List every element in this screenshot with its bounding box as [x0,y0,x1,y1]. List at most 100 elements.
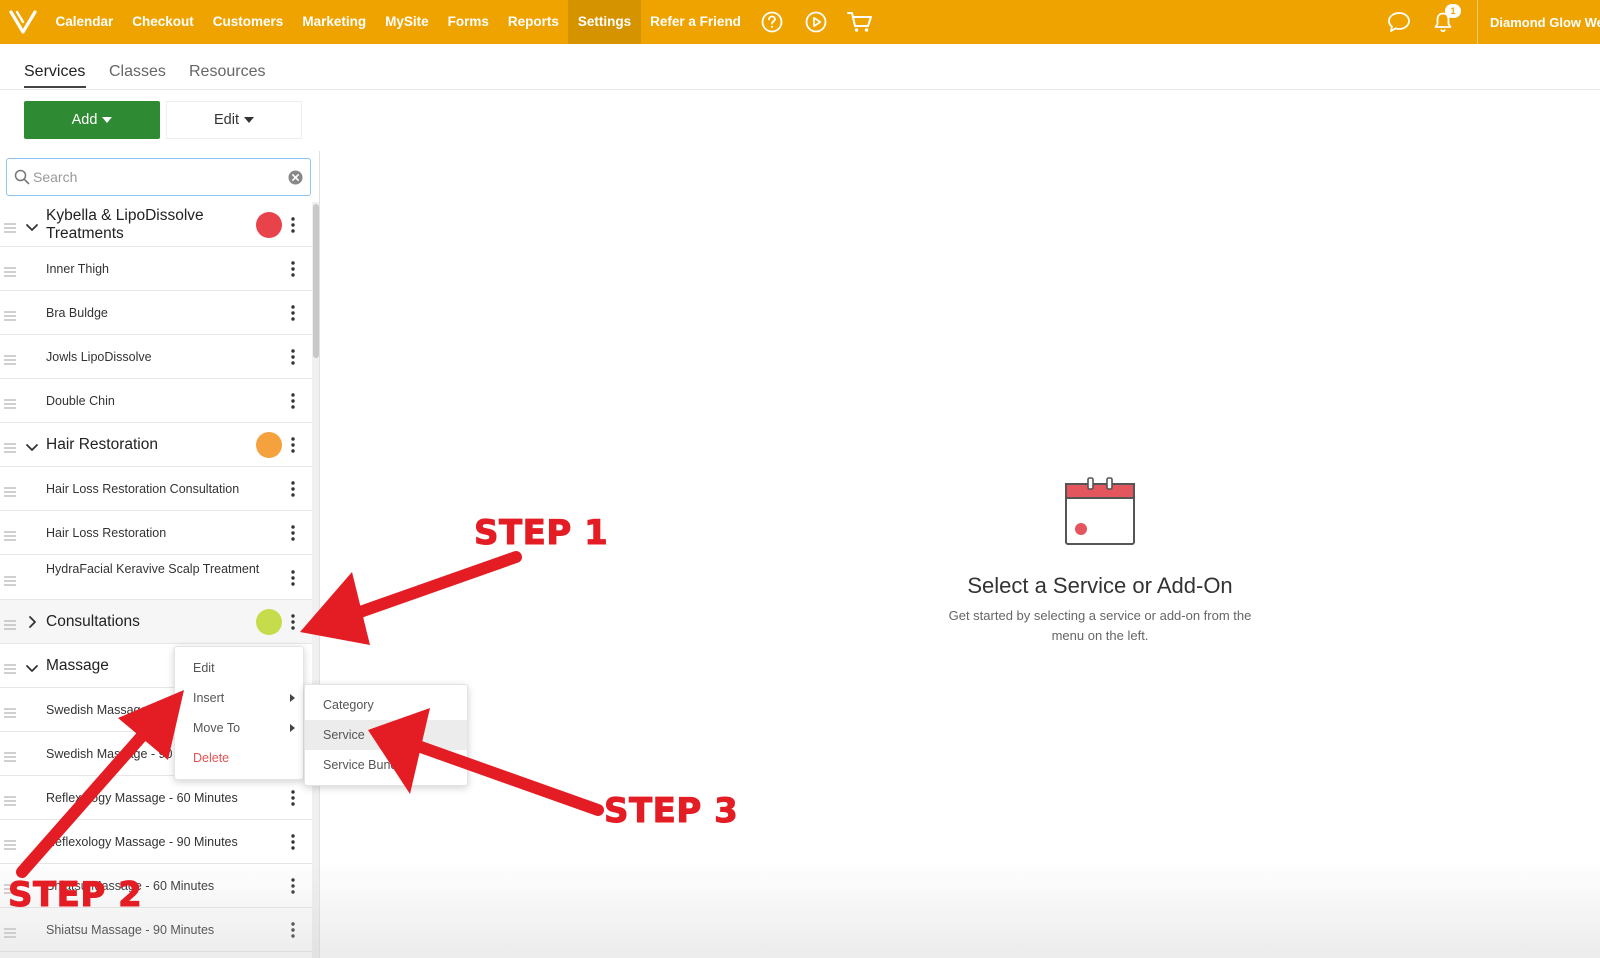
step2-label: STEP 2 [7,875,143,916]
notification-badge: 1 [1445,4,1461,18]
drag-handle-icon[interactable] [4,484,16,502]
chevron-down-icon[interactable] [25,661,39,679]
submenu-item-service[interactable]: Service [305,720,467,750]
service-label: Reflexology Massage - 60 Minutes [46,791,238,805]
more-options-icon[interactable] [290,393,296,414]
cart-icon[interactable] [838,0,882,44]
more-options-icon[interactable] [290,481,296,502]
business-name-menu[interactable]: Diamond Glow We [1490,15,1600,30]
step1-arrow [300,551,522,645]
drag-handle-icon[interactable] [4,749,16,767]
step1-label: STEP 1 [473,513,609,554]
clear-search-icon[interactable] [288,170,303,185]
more-options-icon[interactable] [290,614,296,635]
submenu-arrow-icon [290,694,295,702]
nav-calendar[interactable]: Calendar [46,0,123,44]
top-right-area: 1 Diamond Glow We [1377,0,1600,44]
category-context-menu: Edit Insert Move To Delete [174,646,304,780]
play-video-icon[interactable] [794,0,838,44]
service-row[interactable]: HydraFacial Keravive Scalp Treatment [0,555,312,600]
menu-item-edit[interactable]: Edit [175,653,303,683]
chevron-down-icon[interactable] [25,220,39,238]
more-options-icon[interactable] [290,922,296,943]
service-row[interactable]: Hair Loss Restoration Consultation [0,467,312,511]
category-color-dot [256,609,282,635]
category-label: Hair Restoration [46,436,158,453]
service-label: Jowls LipoDissolve [46,350,152,364]
service-row[interactable]: Bra Buldge [0,291,312,335]
nav-forms[interactable]: Forms [438,0,498,44]
top-nav-bar: Calendar Checkout Customers Marketing My… [0,0,1600,44]
drag-handle-icon[interactable] [4,573,16,591]
drag-handle-icon[interactable] [4,705,16,723]
nav-customers[interactable]: Customers [203,0,293,44]
category-row[interactable]: Hair Restoration [0,423,312,467]
more-options-icon[interactable] [290,790,296,811]
nav-checkout[interactable]: Checkout [123,0,204,44]
menu-item-insert[interactable]: Insert [175,683,303,713]
nav-reports[interactable]: Reports [498,0,568,44]
drag-handle-icon[interactable] [4,528,16,546]
drag-handle-icon[interactable] [4,793,16,811]
tab-services[interactable]: Services [24,63,85,81]
nav-settings[interactable]: Settings [568,0,641,44]
more-options-icon[interactable] [290,349,296,370]
vagaro-logo-icon[interactable] [0,0,46,44]
more-options-icon[interactable] [290,878,296,899]
search-input[interactable] [33,167,273,187]
drag-handle-icon[interactable] [4,440,16,458]
more-options-icon[interactable] [290,569,296,591]
nav-mysite[interactable]: MySite [376,0,439,44]
settings-subtabs: Services Classes Resources [0,44,1600,90]
more-options-icon[interactable] [290,525,296,546]
chevron-right-icon[interactable] [25,615,39,634]
category-row[interactable]: Kybella & LipoDissolve Treatments [0,202,312,247]
drag-handle-icon[interactable] [4,617,16,635]
notifications-button[interactable]: 1 [1421,0,1465,44]
service-row[interactable]: Inner Thigh [0,247,312,291]
service-row[interactable]: Reflexology Massage - 90 Minutes [0,820,312,864]
category-label: Kybella & LipoDissolve Treatments [46,206,204,242]
drag-handle-icon[interactable] [4,308,16,326]
drag-handle-icon[interactable] [4,264,16,282]
nav-refer-a-friend[interactable]: Refer a Friend [641,0,751,44]
tab-classes[interactable]: Classes [109,63,166,81]
add-button[interactable]: Add [24,101,160,139]
menu-item-move-to[interactable]: Move To [175,713,303,743]
more-options-icon[interactable] [290,437,296,458]
chevron-down-icon[interactable] [25,440,39,458]
drag-handle-icon[interactable] [4,661,16,679]
service-row[interactable]: Jowls LipoDissolve [0,335,312,379]
more-options-icon[interactable] [290,261,296,282]
scrollbar-thumb[interactable] [313,204,319,358]
drag-handle-icon[interactable] [4,220,16,238]
tab-resources[interactable]: Resources [189,63,265,81]
list-scrollbar[interactable] [312,202,319,958]
chat-icon[interactable] [1377,0,1421,44]
caret-down-icon [244,117,254,123]
service-label: Inner Thigh [46,262,110,276]
more-options-icon[interactable] [290,305,296,326]
service-row[interactable]: Double Chin [0,379,312,423]
drag-handle-icon[interactable] [4,837,16,855]
drag-handle-icon[interactable] [4,925,16,943]
service-row[interactable]: Hair Loss Restoration [0,511,312,555]
more-options-icon[interactable] [290,216,296,238]
submenu-item-category[interactable]: Category [305,690,467,720]
service-label: Bra Buldge [46,306,108,320]
search-box [6,158,311,196]
service-row[interactable]: Reflexology Massage - 60 Minutes [0,776,312,820]
drag-handle-icon[interactable] [4,396,16,414]
category-color-dot [256,211,282,238]
drag-handle-icon[interactable] [4,352,16,370]
category-row[interactable]: Consultations [0,600,312,644]
more-options-icon[interactable] [290,834,296,855]
menu-item-delete[interactable]: Delete [175,743,303,773]
edit-button[interactable]: Edit [166,101,302,139]
submenu-item-service-bundle[interactable]: Service Bundle [305,750,467,780]
nav-marketing[interactable]: Marketing [293,0,376,44]
category-label: Consultations [46,613,140,630]
service-label: HydraFacial Keravive Scalp Treatment [46,561,260,576]
step3-label: STEP 3 [603,791,739,832]
help-icon[interactable] [750,0,794,44]
